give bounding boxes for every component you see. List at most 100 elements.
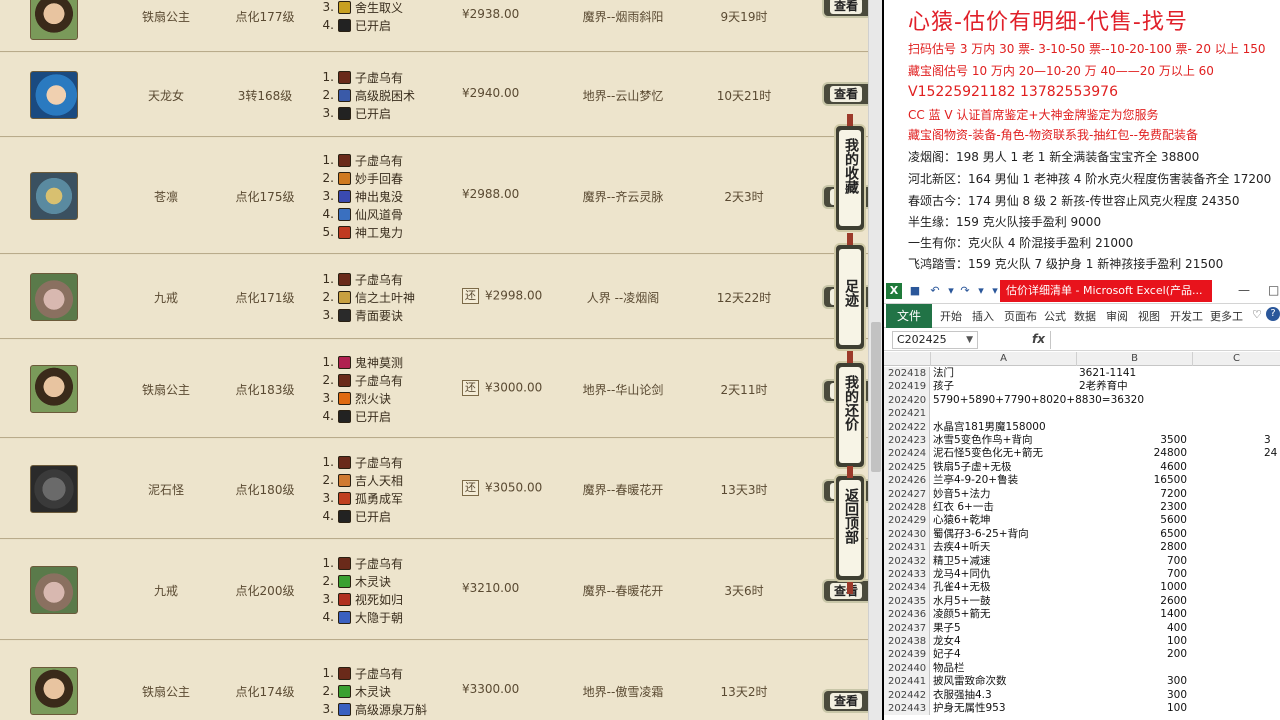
cell-b[interactable]: 200 [1077,648,1191,661]
skill-item[interactable]: 3. 视死如归 [320,590,460,608]
row-header[interactable]: 202421 [884,407,930,421]
row-header[interactable]: 202437 [884,621,930,635]
skill-item[interactable]: 3. 孤勇成军 [320,489,460,507]
skill-item[interactable]: 3. 神出鬼没 [320,187,460,205]
view-button[interactable]: 查看 [822,689,868,713]
row-header[interactable]: 202425 [884,460,930,475]
ribbon-tab[interactable]: 审阅 [1106,308,1128,324]
cell-b[interactable]: 2老养育中 [1077,380,1191,393]
skill-item[interactable]: 1. 子虚乌有 [320,664,460,682]
row-header[interactable]: 202419 [884,380,930,394]
cell-b[interactable]: 400 [1077,622,1191,635]
view-button[interactable]: 查看 [822,0,868,18]
cell-a[interactable]: 蜀偶孖3-6-25+背向 [933,528,1075,541]
help-icon[interactable]: ? [1266,307,1280,321]
cell-a[interactable]: 孔雀4+无极 [933,581,1075,594]
avatar-pig-icon[interactable] [30,566,78,614]
skill-item[interactable]: 1. 鬼神莫测 [320,353,460,371]
skill-item[interactable]: 1. 子虚乌有 [320,68,460,86]
haggle-badge[interactable]: 还 [462,288,479,304]
row-header[interactable]: 202438 [884,635,930,649]
cell-a[interactable]: 冰雪5变色作鸟+背向 [933,434,1075,447]
column-header-b[interactable]: B [1077,352,1193,366]
spreadsheet-grid[interactable]: 202418 法门 3621-1141 202419 孩子 2老养育中 202420 5790… [884,367,1280,720]
save-icon[interactable]: ■ [908,284,922,298]
cell-a[interactable]: 妙音5+法力 [933,488,1075,501]
cell-b[interactable]: 4600 [1077,461,1191,474]
skill-item[interactable]: 3. 青面要诀 [320,306,460,324]
redo-dropdown-icon[interactable]: ▾ [974,284,988,298]
nav-my-offers[interactable]: 我的还价 [834,361,866,469]
view-button[interactable]: 查看 [822,82,868,106]
cell-b[interactable]: 1400 [1077,608,1191,621]
cell-a[interactable]: 兰亭4-9-20+鲁装 [933,474,1075,487]
cell-a[interactable]: 心猿6+乾坤 [933,514,1075,527]
skill-item[interactable]: 5. 神工鬼力 [320,223,460,241]
row-header[interactable]: 202418 [884,367,930,381]
ribbon-tab[interactable]: 更多工 [1210,308,1243,324]
skill-item[interactable]: 3. 高级源泉万斛 [320,700,460,718]
row-header[interactable]: 202440 [884,661,930,676]
cell-b[interactable]: 700 [1077,568,1191,581]
insert-function-icon[interactable]: fx [1032,332,1045,346]
row-header[interactable]: 202432 [884,554,930,568]
ribbon-tab[interactable]: 开发工 [1170,308,1203,324]
column-header-c[interactable]: C [1193,352,1280,366]
column-header-a[interactable]: A [931,352,1077,366]
cell-a[interactable]: 5790+5890+7790+8020+8830=36320 [933,394,1144,407]
ribbon-tab[interactable]: 开始 [940,308,962,324]
skill-item[interactable]: 1. 子虚乌有 [320,270,460,288]
cell-b[interactable]: 2300 [1077,501,1191,514]
minimize-icon[interactable]: — [1238,283,1250,297]
skill-item[interactable]: 2. 子虚乌有 [320,371,460,389]
avatar-dragon-girl-icon[interactable] [30,71,78,119]
skill-item[interactable]: 1. 子虚乌有 [320,151,460,169]
skill-item[interactable]: 3. 已开启 [320,104,460,122]
select-all-corner[interactable] [884,352,931,366]
row-header[interactable]: 202423 [884,434,930,448]
cell-a[interactable]: 精卫5+减速 [933,555,1075,568]
skill-item[interactable]: 1. 子虚乌有 [320,453,460,471]
cell-a[interactable]: 水月5+一鼓 [933,595,1075,608]
cell-a[interactable]: 龙女4 [933,635,1075,648]
row-header[interactable]: 202436 [884,608,930,622]
row-header[interactable]: 202435 [884,594,930,609]
view-button[interactable]: 查看 [822,579,868,603]
row-header[interactable]: 202424 [884,447,930,461]
cell-b[interactable]: 6500 [1077,528,1191,541]
ribbon-tab[interactable]: 数据 [1074,308,1096,324]
cell-b[interactable]: 24800 [1077,447,1191,460]
cell-b[interactable]: 300 [1077,689,1191,702]
cell-a[interactable]: 披风雷致命次数 [933,675,1075,688]
haggle-badge[interactable]: 还 [462,380,479,396]
row-header[interactable]: 202434 [884,581,930,595]
cell-a[interactable]: 孩子 [933,380,1075,393]
skill-item[interactable]: 4. 大隐于朝 [320,608,460,626]
cell-a[interactable]: 果子5 [933,622,1075,635]
row-header[interactable]: 202429 [884,514,930,528]
cell-b[interactable]: 16500 [1077,474,1191,487]
ribbon-collapse-icon[interactable]: ♡ [1252,308,1262,321]
name-box-dropdown-icon[interactable]: ▼ [966,332,973,348]
cell-a[interactable]: 凌颜5+箭无 [933,608,1075,621]
row-header[interactable]: 202420 [884,393,930,408]
cell-b[interactable]: 100 [1077,702,1191,715]
avatar-pig-icon[interactable] [30,273,78,321]
cell-a[interactable]: 去疾4+听天 [933,541,1075,554]
cell-a[interactable]: 法门 [933,367,1075,380]
cell-b[interactable]: 3621-1141 [1077,367,1191,380]
skill-item[interactable]: 2. 木灵诀 [320,682,460,700]
row-header[interactable]: 202422 [884,420,930,434]
cell-a[interactable]: 水晶宫181男魔158000 [933,421,1075,434]
cell-a[interactable]: 妃子4 [933,648,1075,661]
skill-item[interactable]: 3. 舍生取义 [320,0,460,16]
cell-a[interactable]: 衣服强抽4.3 [933,689,1075,702]
cell-b[interactable]: 2600 [1077,595,1191,608]
skill-item[interactable]: 2. 吉人天相 [320,471,460,489]
skill-item[interactable]: 2. 信之土叶神 [320,288,460,306]
avatar-princess-icon[interactable] [30,365,78,413]
ribbon-tab[interactable]: 视图 [1138,308,1160,324]
row-header[interactable]: 202426 [884,474,930,488]
row-header[interactable]: 202441 [884,675,930,689]
cell-c[interactable]: 3 [1264,434,1280,447]
